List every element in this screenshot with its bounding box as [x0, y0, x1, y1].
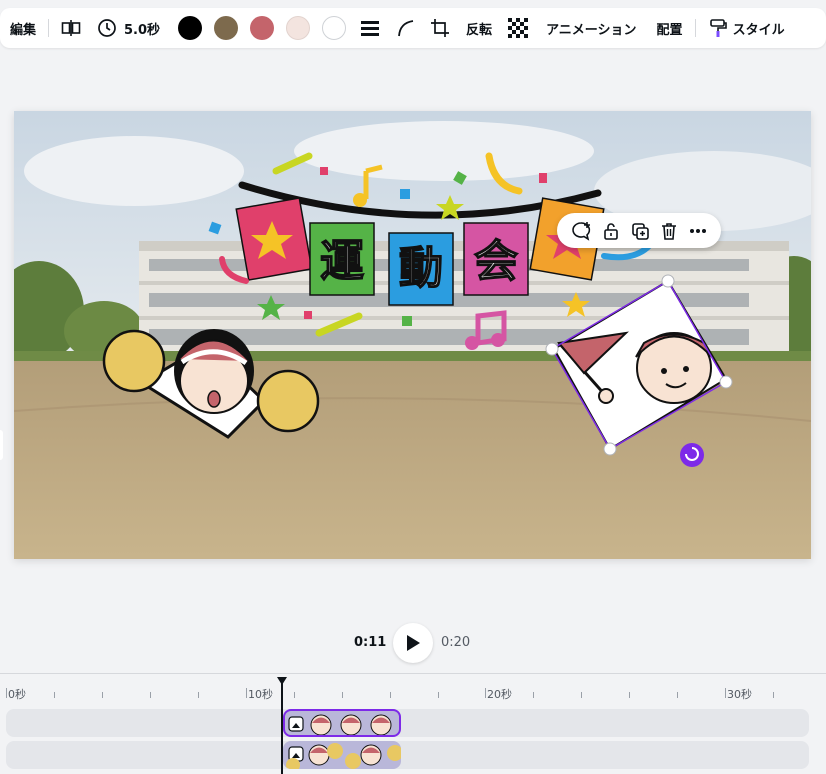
color-swatch-black[interactable]: [178, 16, 203, 40]
timeline-track-1[interactable]: [6, 709, 809, 737]
tick: [629, 692, 630, 698]
tick: [54, 692, 55, 698]
tick: [246, 688, 247, 698]
color-swatch-white[interactable]: [322, 16, 347, 40]
clock-icon[interactable]: [97, 18, 117, 38]
divider: [694, 19, 696, 37]
side-panel-tab[interactable]: [0, 430, 3, 460]
current-time: 0:11: [354, 635, 387, 650]
rotate-handle[interactable]: [680, 443, 704, 467]
color-swatch-brown[interactable]: [214, 16, 239, 40]
tick: [485, 688, 486, 698]
resize-handle[interactable]: [603, 442, 617, 456]
add-comment-icon[interactable]: [570, 220, 592, 242]
clip-thumbnails: [288, 714, 392, 735]
tick-label: 20秒: [487, 688, 512, 701]
timeline-clip-selected[interactable]: [283, 709, 401, 737]
duration-button[interactable]: 5.0秒: [124, 19, 160, 38]
playhead[interactable]: [281, 680, 283, 774]
divider: [48, 19, 50, 37]
transparency-icon[interactable]: [508, 18, 529, 38]
delete-icon[interactable]: [659, 221, 679, 241]
lock-icon[interactable]: [601, 221, 621, 241]
corner-rounding-icon[interactable]: [396, 18, 416, 38]
editor-toolbar: 編集 5.0秒 反転 アニメーション 配置 スタイル: [0, 8, 826, 48]
tick: [390, 692, 391, 698]
tick: [533, 692, 534, 698]
animation-button[interactable]: アニメーション: [546, 19, 636, 38]
flip-button[interactable]: 反転: [466, 19, 492, 38]
selection-box[interactable]: [14, 111, 811, 559]
tick: [342, 692, 343, 698]
timeline-clip[interactable]: [283, 741, 401, 769]
tick: [198, 692, 199, 698]
clip-thumbnails: [286, 743, 401, 769]
tick: [102, 692, 103, 698]
timeline-divider: [0, 673, 826, 674]
element-mini-toolbar: [557, 213, 721, 248]
resize-handle[interactable]: [719, 375, 733, 389]
tick: [294, 692, 295, 698]
tick: [150, 692, 151, 698]
tick: [6, 688, 7, 698]
tick: [581, 692, 582, 698]
total-time: 0:20: [441, 635, 471, 650]
play-button[interactable]: [393, 623, 433, 663]
line-weight-icon[interactable]: [360, 19, 380, 37]
style-button[interactable]: スタイル: [733, 19, 785, 38]
paint-roller-icon[interactable]: [708, 18, 728, 38]
crop-icon[interactable]: [430, 18, 450, 38]
color-swatch-pale-pink[interactable]: [286, 16, 311, 40]
resize-handle[interactable]: [545, 342, 559, 356]
timeline-track-2[interactable]: [6, 741, 809, 769]
color-swatch-rose[interactable]: [250, 16, 275, 40]
tick: [773, 692, 774, 698]
tick: [677, 692, 678, 698]
edit-button[interactable]: 編集: [10, 19, 36, 38]
duplicate-icon[interactable]: [630, 221, 650, 241]
split-icon[interactable]: [61, 19, 81, 37]
play-icon: [407, 635, 420, 651]
design-canvas[interactable]: 運 動 会: [14, 111, 811, 559]
tick-label: 10秒: [248, 688, 273, 701]
more-icon[interactable]: [688, 221, 708, 241]
tick-label: 30秒: [727, 688, 752, 701]
tick: [725, 688, 726, 698]
tick: [438, 692, 439, 698]
resize-handle[interactable]: [661, 274, 675, 288]
tick-label: 0秒: [8, 688, 26, 701]
position-button[interactable]: 配置: [657, 19, 683, 38]
playhead-marker-icon[interactable]: [276, 676, 288, 686]
